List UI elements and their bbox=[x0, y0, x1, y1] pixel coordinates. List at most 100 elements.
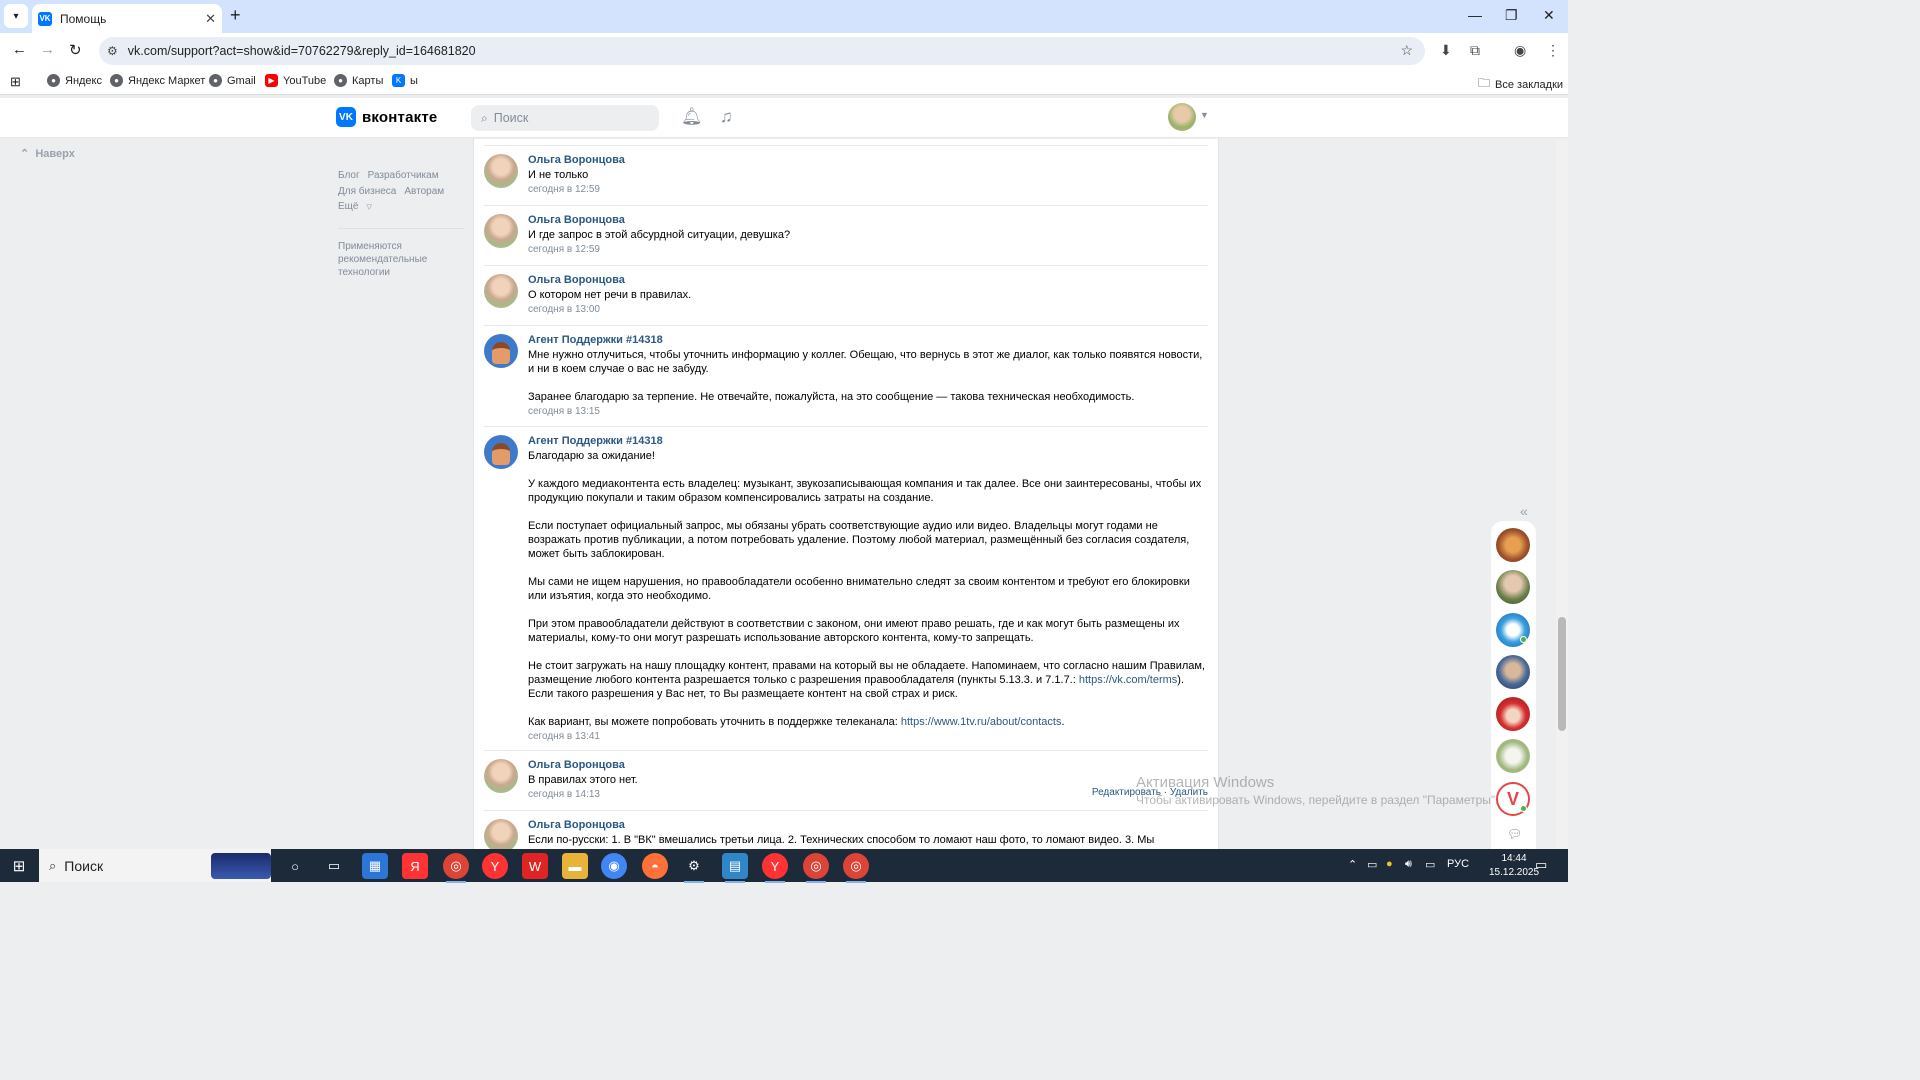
wps-office-icon[interactable]: W bbox=[522, 853, 548, 879]
scrollbar-thumb[interactable] bbox=[1558, 617, 1566, 731]
task-view-icon[interactable]: ▭ bbox=[321, 853, 347, 879]
chevron-down-icon: ▽ bbox=[366, 204, 372, 211]
avatar[interactable] bbox=[484, 154, 518, 188]
1tv-contacts-link[interactable]: https://www.1tv.ru/about/contacts bbox=[901, 716, 1062, 728]
yandex-browser-icon[interactable]: Y bbox=[762, 853, 788, 883]
search-input[interactable] bbox=[493, 111, 634, 125]
message-author[interactable]: Ольга Воронцова bbox=[528, 272, 1208, 288]
volume-icon[interactable]: 🔊︎ bbox=[1405, 858, 1412, 871]
footer-more-link[interactable]: Ещё bbox=[338, 201, 358, 212]
footer-developers-link[interactable]: Разработчикам bbox=[368, 170, 439, 181]
chat-bubble-icon[interactable]: 💬︎ bbox=[1507, 827, 1522, 841]
page-scrollbar[interactable] bbox=[1556, 139, 1568, 849]
bookmark-yandex-market[interactable]: ● Яндекс Маркет bbox=[110, 74, 205, 87]
message-text: У каждого медиаконтента есть владелец: м… bbox=[528, 478, 1202, 504]
recommendation-tech-note[interactable]: Применяются рекомендательные технологии bbox=[338, 240, 458, 279]
close-tab-icon[interactable]: ✕ bbox=[205, 11, 216, 27]
message-author[interactable]: Ольга Воронцова bbox=[528, 212, 1208, 228]
message: Агент Поддержки #14318 Мне нужно отлучит… bbox=[484, 325, 1208, 426]
avatar[interactable] bbox=[484, 214, 518, 248]
apps-icon[interactable]: ⊞ bbox=[10, 74, 21, 90]
message-author[interactable]: Ольга Воронцова bbox=[528, 757, 1208, 773]
bookmark-youtube[interactable]: ▶ YouTube bbox=[265, 74, 326, 87]
youtube-icon: ▶ bbox=[265, 74, 278, 87]
avatar[interactable] bbox=[484, 819, 518, 849]
search-highlight-image[interactable] bbox=[211, 853, 271, 879]
bookmark-vk[interactable]: Kы bbox=[392, 74, 418, 87]
forward-icon[interactable]: → bbox=[40, 41, 55, 58]
app-window-icon[interactable]: ▤ bbox=[722, 853, 748, 883]
avatar[interactable] bbox=[484, 759, 518, 793]
agent-avatar[interactable] bbox=[484, 334, 518, 368]
language-indicator[interactable]: РУС bbox=[1447, 858, 1469, 870]
message-author[interactable]: Ольга Воронцова bbox=[528, 152, 1208, 168]
firefox-icon[interactable]: ◓ bbox=[642, 853, 668, 879]
file-explorer-icon[interactable]: ▬ bbox=[562, 853, 588, 879]
notifications-bell-icon[interactable]: 🔔︎ bbox=[681, 107, 703, 127]
chromium-icon[interactable]: ◉ bbox=[601, 853, 627, 879]
menu-icon[interactable]: ⋮ bbox=[1546, 42, 1560, 59]
settings-icon[interactable]: ⚙ bbox=[681, 853, 707, 883]
message-text: Если поступает официальный запрос, мы об… bbox=[528, 520, 1190, 560]
yandex-browser-icon[interactable]: Y bbox=[482, 853, 508, 879]
browser-tab[interactable]: VK Помощь ✕ bbox=[32, 4, 222, 33]
address-bar[interactable]: ⚙ vk.com/support?act=show&id=70762279&re… bbox=[99, 37, 1425, 65]
vk-terms-link[interactable]: https://vk.com/terms bbox=[1079, 674, 1177, 686]
vk-search[interactable]: ⌕ bbox=[471, 105, 659, 131]
new-tab-button[interactable]: + bbox=[230, 5, 241, 26]
chevron-down-icon[interactable]: ▼ bbox=[1200, 110, 1209, 120]
network-icon[interactable]: ▭ bbox=[1425, 858, 1435, 871]
vk-logo[interactable]: VK вконтакте bbox=[336, 107, 437, 127]
message-author[interactable]: Агент Поддержки #14318 bbox=[528, 332, 1208, 348]
windows-start-icon[interactable]: ⊞ bbox=[0, 849, 38, 882]
store-icon[interactable]: ▦ bbox=[362, 853, 388, 879]
notifications-icon[interactable]: ▭ bbox=[1535, 857, 1547, 873]
battery-icon[interactable]: ▭ bbox=[1367, 858, 1377, 871]
url-text[interactable]: vk.com/support?act=show&id=70762279&repl… bbox=[128, 44, 476, 58]
extensions-icon[interactable]: ⧉ bbox=[1470, 42, 1480, 59]
tray-app-icon[interactable]: ● bbox=[1386, 858, 1393, 870]
message-author[interactable]: Ольга Воронцова bbox=[528, 817, 1208, 833]
bookmark-yandex[interactable]: ● Яндекс bbox=[47, 74, 102, 87]
yandex-icon[interactable]: Я bbox=[402, 853, 428, 879]
user-avatar[interactable] bbox=[1168, 103, 1196, 131]
chat-avatar[interactable] bbox=[1496, 739, 1530, 773]
close-window-button[interactable]: ✕ bbox=[1543, 7, 1555, 24]
profile-icon[interactable]: ◉ bbox=[1514, 42, 1526, 59]
footer-authors-link[interactable]: Авторам bbox=[404, 186, 444, 197]
agent-avatar[interactable] bbox=[484, 435, 518, 469]
reload-icon[interactable]: ↻ bbox=[69, 41, 82, 59]
footer-business-link[interactable]: Для бизнеса bbox=[338, 186, 396, 197]
message-text: О котором нет речи в правилах. bbox=[528, 289, 692, 301]
minimize-button[interactable]: — bbox=[1468, 7, 1482, 23]
browser-toolbar: ← → ↻ ⚙ vk.com/support?act=show&id=70762… bbox=[0, 33, 1568, 69]
chrome-icon[interactable]: ◎ bbox=[443, 853, 469, 883]
message: Ольга Воронцова И где запрос в этой абсу… bbox=[484, 205, 1208, 265]
message-author[interactable]: Агент Поддержки #14318 bbox=[528, 433, 1208, 449]
tab-search-button[interactable]: ▾ bbox=[4, 4, 28, 28]
chrome-icon[interactable]: ◎ bbox=[843, 853, 869, 883]
scroll-to-top[interactable]: ⌃ Наверх bbox=[20, 147, 75, 160]
footer-blog-link[interactable]: Блог bbox=[338, 170, 360, 181]
cortana-icon[interactable]: ○ bbox=[282, 853, 308, 879]
chrome-icon[interactable]: ◎ bbox=[803, 853, 829, 883]
site-info-icon[interactable]: ⚙ bbox=[107, 44, 118, 58]
chat-avatar[interactable] bbox=[1496, 655, 1530, 689]
message-text: Не стоит загружать на нашу площадку конт… bbox=[528, 660, 1205, 700]
taskbar-clock[interactable]: 14:44 15.12.2025 bbox=[1489, 852, 1539, 880]
avatar[interactable] bbox=[484, 274, 518, 308]
all-bookmarks[interactable]: 🗀 Все закладки bbox=[1478, 74, 1563, 95]
download-icon[interactable]: ⬇ bbox=[1440, 42, 1452, 59]
music-icon[interactable]: ♫ bbox=[720, 107, 733, 127]
bookmark-star-icon[interactable]: ☆ bbox=[1400, 42, 1413, 59]
chat-avatar[interactable] bbox=[1496, 570, 1530, 604]
back-icon[interactable]: ← bbox=[12, 41, 27, 58]
collapse-chats-icon[interactable]: « bbox=[1520, 503, 1528, 519]
chevron-up-icon: ⌃ bbox=[20, 148, 30, 160]
restore-button[interactable]: ❐ bbox=[1505, 7, 1518, 24]
tray-chevron-icon[interactable]: ⌃ bbox=[1348, 858, 1357, 871]
chat-avatar[interactable] bbox=[1496, 697, 1530, 731]
bookmark-maps[interactable]: ● Карты bbox=[334, 74, 383, 87]
chat-avatar[interactable] bbox=[1496, 528, 1530, 562]
bookmark-gmail[interactable]: ● Gmail bbox=[209, 74, 256, 87]
